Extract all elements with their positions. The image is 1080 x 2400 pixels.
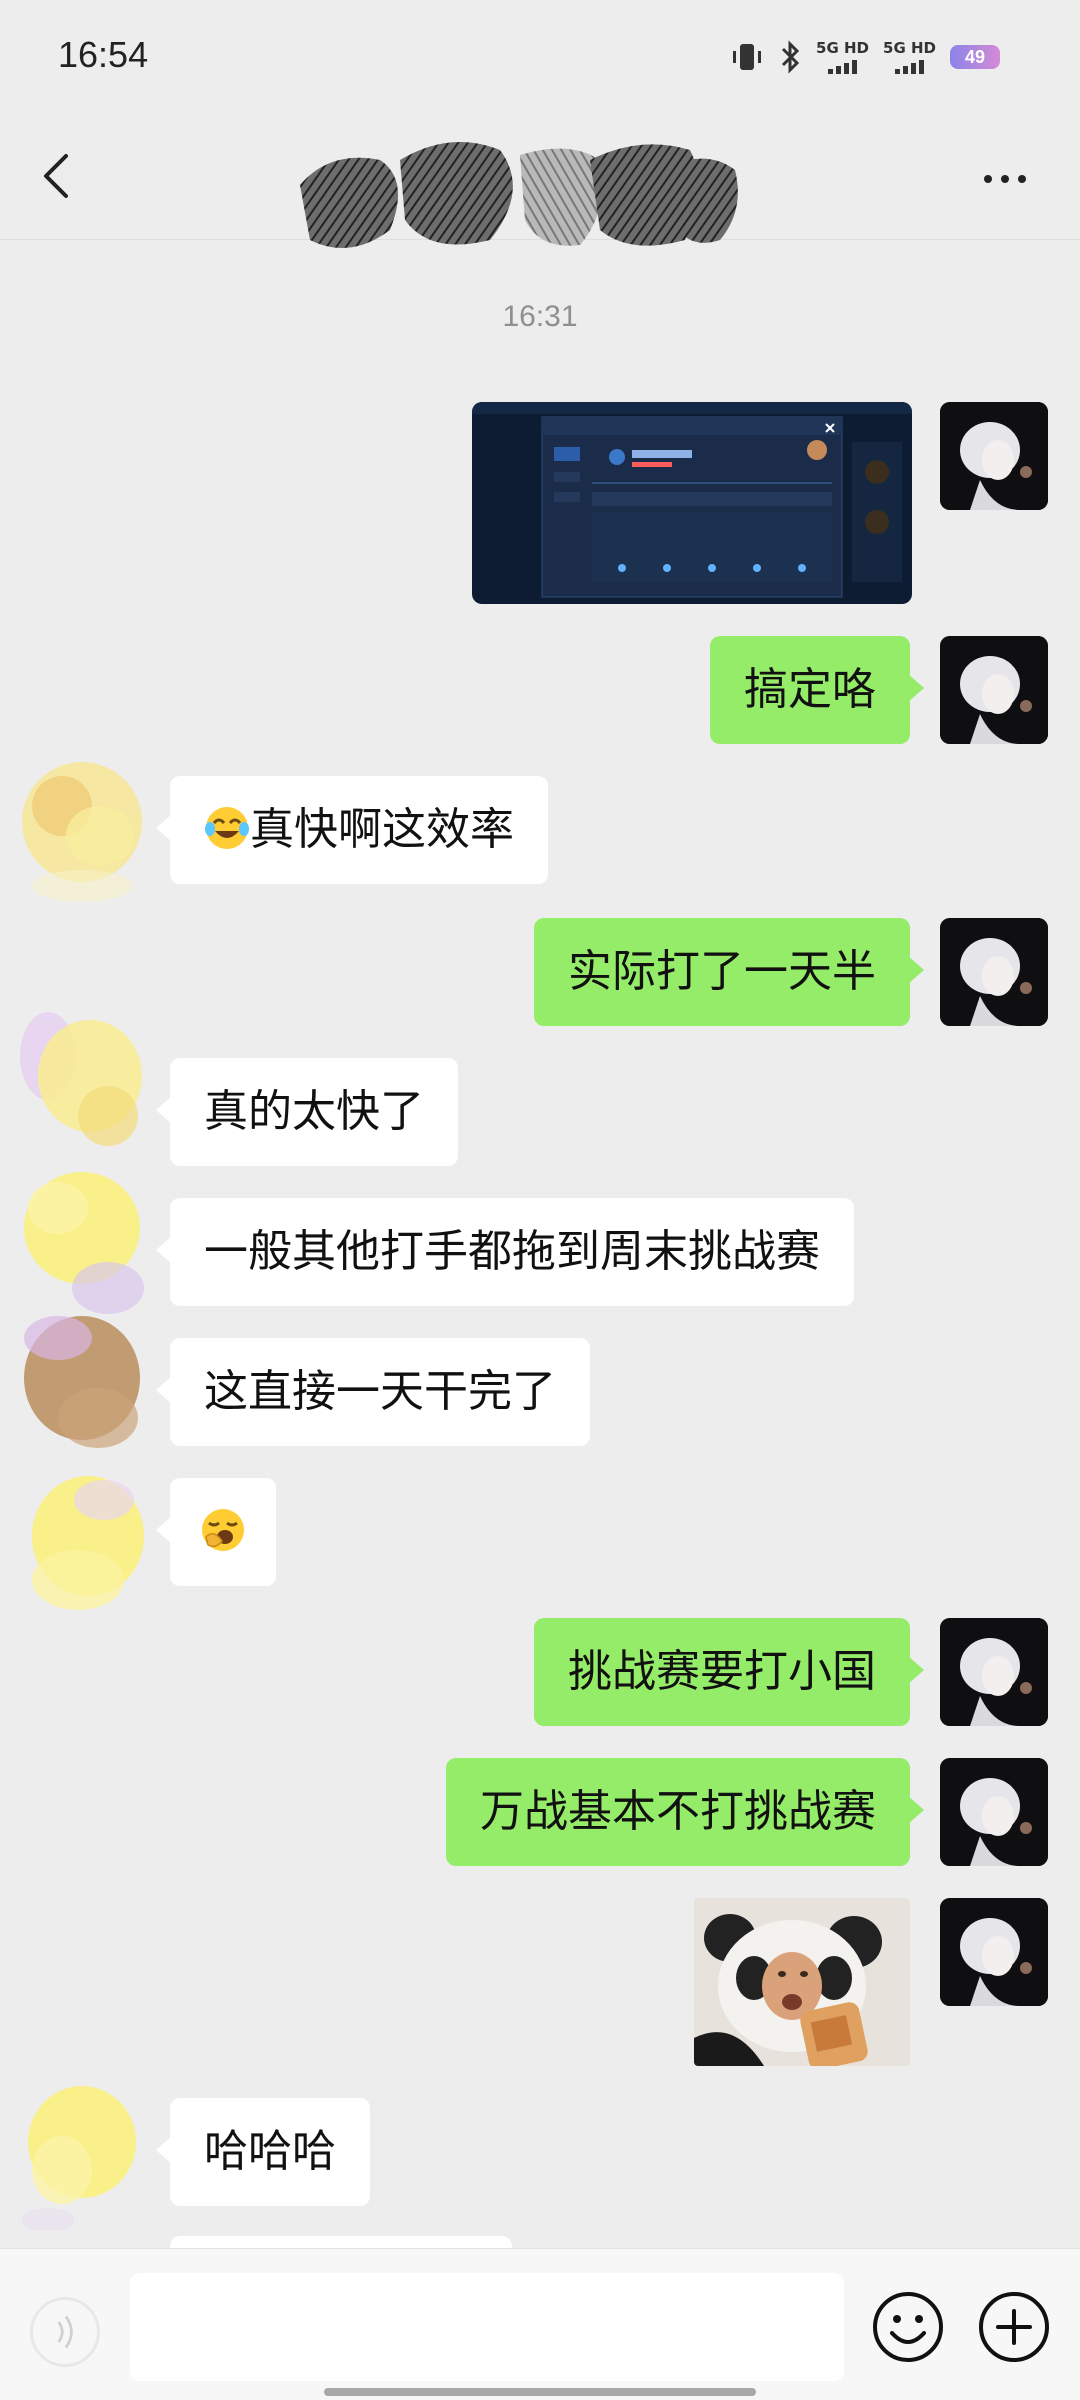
- message-text: 搞定咯: [744, 664, 876, 715]
- chat-title-scribble: [300, 142, 738, 248]
- status-bar: 16:54 5G HD 5G HD 49: [0, 0, 1080, 116]
- vibrate-icon: [733, 44, 762, 70]
- my-avatar[interactable]: [940, 918, 1048, 1026]
- more-dot: [1018, 175, 1026, 183]
- message-bubble-sent[interactable]: 万战基本不打挑战赛: [446, 1758, 924, 1866]
- game-screenshot-image[interactable]: [472, 402, 912, 604]
- signal-2-label: 5G HD: [883, 38, 936, 57]
- my-avatar[interactable]: [940, 636, 1048, 744]
- message-timestamp: 16:31: [502, 300, 578, 333]
- my-avatar[interactable]: [940, 402, 1048, 510]
- message-bubble-received[interactable]: [156, 1478, 276, 1586]
- status-icons: 5G HD 5G HD 49: [730, 40, 1000, 74]
- message-bubble-received[interactable]: 哈哈哈: [156, 2098, 370, 2206]
- message-bubble-received[interactable]: 真快啊这效率: [156, 776, 548, 884]
- signal-1-label: 5G HD: [816, 38, 870, 57]
- my-avatar[interactable]: [940, 1898, 1048, 2006]
- chat-header: [0, 116, 1080, 248]
- message-text: 一般其他打手都拖到周末挑战赛: [204, 1226, 820, 1277]
- message-bubble-received[interactable]: 这直接一天干完了: [156, 1338, 590, 1446]
- yawning-face-emoji-icon: [202, 1509, 244, 1551]
- message-text: 真的太快了: [204, 1086, 424, 1137]
- message-text: 真快啊这效率: [250, 804, 514, 855]
- bluetooth-icon: [781, 40, 800, 74]
- my-avatar[interactable]: [940, 1758, 1048, 1866]
- battery-level: 49: [964, 46, 986, 67]
- message-text: 实际打了一天半: [568, 946, 876, 997]
- plus-icon[interactable]: [976, 2289, 1052, 2365]
- message-bubble-sent[interactable]: 实际打了一天半: [534, 918, 924, 1026]
- battery-indicator: 49: [950, 45, 1000, 69]
- contact-avatar[interactable]: [18, 1470, 146, 1620]
- input-bar: [0, 2248, 1080, 2400]
- contact-avatar[interactable]: [18, 1308, 146, 1458]
- signal-1: 5G HD: [816, 38, 870, 74]
- contact-avatar[interactable]: [18, 1168, 146, 1318]
- signal-2: 5G HD: [883, 38, 936, 74]
- status-time: 16:54: [58, 34, 149, 75]
- more-button[interactable]: [970, 154, 1040, 204]
- contact-avatar[interactable]: [18, 2080, 146, 2230]
- my-avatar[interactable]: [940, 1618, 1048, 1726]
- joy-emoji-icon: [205, 807, 249, 849]
- message-text: 这直接一天干完了: [204, 1366, 556, 1417]
- smile-icon[interactable]: [870, 2289, 946, 2365]
- message-text: 哈哈哈: [204, 2126, 336, 2177]
- panda-sticker-image[interactable]: [694, 1898, 910, 2066]
- message-bubble-sent[interactable]: 搞定咯: [710, 636, 924, 744]
- chevron-left-icon[interactable]: [30, 146, 90, 206]
- voice-icon[interactable]: [30, 2297, 100, 2367]
- more-dot: [984, 175, 992, 183]
- message-bubble-sent[interactable]: 挑战赛要打小国: [534, 1618, 924, 1726]
- message-bubble-received[interactable]: 真的太快了: [156, 1058, 458, 1166]
- message-input[interactable]: [130, 2273, 844, 2381]
- message-text: 挑战赛要打小国: [568, 1646, 876, 1697]
- contact-avatar[interactable]: [18, 756, 146, 906]
- more-dot: [1001, 175, 1009, 183]
- home-indicator: [324, 2388, 756, 2396]
- message-text: 万战基本不打挑战赛: [480, 1786, 876, 1837]
- contact-avatar[interactable]: [18, 1006, 146, 1156]
- message-bubble-received[interactable]: 一般其他打手都拖到周末挑战赛: [156, 1198, 854, 1306]
